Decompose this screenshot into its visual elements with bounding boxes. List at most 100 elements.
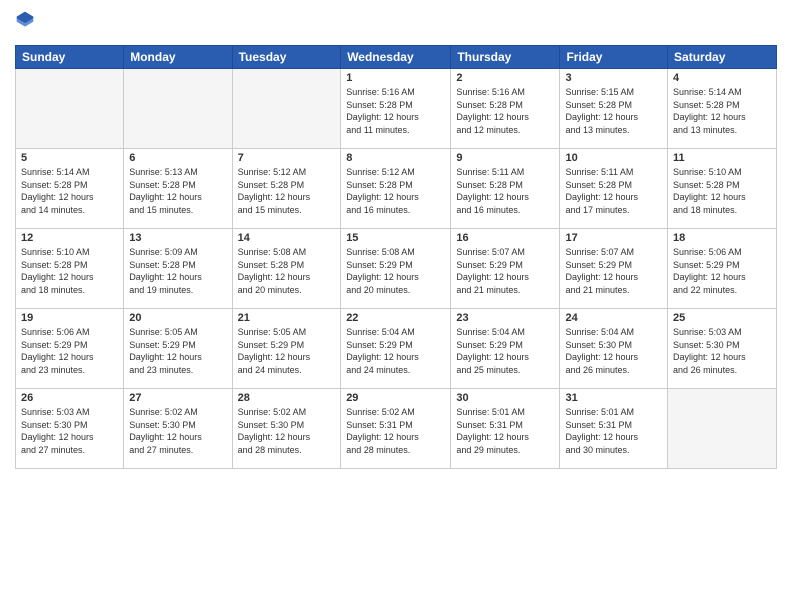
day-details: Sunrise: 5:07 AM Sunset: 5:29 PM Dayligh… <box>456 246 554 296</box>
day-number: 1 <box>346 72 445 84</box>
calendar-cell: 17 Sunrise: 5:07 AM Sunset: 5:29 PM Dayli… <box>560 229 668 309</box>
calendar-cell: 8Sunrise: 5:12 AM Sunset: 5:28 PM Daylig… <box>341 149 451 229</box>
day-details: Sunrise: 5:12 AM Sunset: 5:28 PM Dayligh… <box>346 166 445 216</box>
calendar-cell: 20Sunrise: 5:05 AM Sunset: 5:29 PM Dayli… <box>124 309 232 389</box>
calendar: SundayMondayTuesdayWednesdayThursdayFrid… <box>15 45 777 469</box>
day-number: 27 <box>129 392 226 404</box>
day-details: Sunrise: 5:06 AM Sunset: 5:29 PM Dayligh… <box>21 326 118 376</box>
calendar-cell: 23 Sunrise: 5:04 AM Sunset: 5:29 PM Dayli… <box>451 309 560 389</box>
day-number: 28 <box>238 392 336 404</box>
calendar-cell <box>668 389 777 469</box>
day-number: 5 <box>21 152 118 164</box>
day-number: 6 <box>129 152 226 164</box>
week-row-4: 26Sunrise: 5:03 AM Sunset: 5:30 PM Dayli… <box>16 389 777 469</box>
calendar-cell: 2Sunrise: 5:16 AM Sunset: 5:28 PM Daylig… <box>451 69 560 149</box>
day-details: Sunrise: 5:08 AM Sunset: 5:29 PM Dayligh… <box>346 246 445 296</box>
day-number: 31 <box>565 392 662 404</box>
day-number: 29 <box>346 392 445 404</box>
weekday-header-saturday: Saturday <box>668 46 777 69</box>
calendar-cell: 29 Sunrise: 5:02 AM Sunset: 5:31 PM Dayli… <box>341 389 451 469</box>
weekday-header-wednesday: Wednesday <box>341 46 451 69</box>
calendar-cell: 21 Sunrise: 5:05 AM Sunset: 5:29 PM Dayli… <box>232 309 341 389</box>
day-number: 11 <box>673 152 771 164</box>
day-number: 24 <box>565 312 662 324</box>
day-number: 23 <box>456 312 554 324</box>
weekday-header-tuesday: Tuesday <box>232 46 341 69</box>
calendar-cell: 31 Sunrise: 5:01 AM Sunset: 5:31 PM Dayli… <box>560 389 668 469</box>
logo-icon <box>15 10 35 30</box>
calendar-cell: 14 Sunrise: 5:08 AM Sunset: 5:28 PM Dayli… <box>232 229 341 309</box>
calendar-cell: 11Sunrise: 5:10 AM Sunset: 5:28 PM Dayli… <box>668 149 777 229</box>
day-details: Sunrise: 5:09 AM Sunset: 5:28 PM Dayligh… <box>129 246 226 296</box>
day-number: 16 <box>456 232 554 244</box>
week-row-0: 1 Sunrise: 5:16 AM Sunset: 5:28 PM Daylig… <box>16 69 777 149</box>
day-number: 12 <box>21 232 118 244</box>
day-details: Sunrise: 5:04 AM Sunset: 5:30 PM Dayligh… <box>565 326 662 376</box>
day-number: 21 <box>238 312 336 324</box>
calendar-cell: 12 Sunrise: 5:10 AM Sunset: 5:28 PM Dayli… <box>16 229 124 309</box>
week-row-1: 5 Sunrise: 5:14 AM Sunset: 5:28 PM Daylig… <box>16 149 777 229</box>
calendar-cell: 13 Sunrise: 5:09 AM Sunset: 5:28 PM Dayli… <box>124 229 232 309</box>
day-number: 13 <box>129 232 226 244</box>
calendar-cell: 24 Sunrise: 5:04 AM Sunset: 5:30 PM Dayli… <box>560 309 668 389</box>
header <box>15 10 777 37</box>
calendar-cell: 28 Sunrise: 5:02 AM Sunset: 5:30 PM Dayli… <box>232 389 341 469</box>
week-row-2: 12 Sunrise: 5:10 AM Sunset: 5:28 PM Dayli… <box>16 229 777 309</box>
day-number: 26 <box>21 392 118 404</box>
day-number: 14 <box>238 232 336 244</box>
day-number: 17 <box>565 232 662 244</box>
day-details: Sunrise: 5:02 AM Sunset: 5:30 PM Dayligh… <box>129 406 226 456</box>
calendar-cell: 5 Sunrise: 5:14 AM Sunset: 5:28 PM Daylig… <box>16 149 124 229</box>
day-details: Sunrise: 5:14 AM Sunset: 5:28 PM Dayligh… <box>673 86 771 136</box>
calendar-cell: 9Sunrise: 5:11 AM Sunset: 5:28 PM Daylig… <box>451 149 560 229</box>
calendar-cell <box>232 69 341 149</box>
day-number: 20 <box>129 312 226 324</box>
day-details: Sunrise: 5:07 AM Sunset: 5:29 PM Dayligh… <box>565 246 662 296</box>
day-details: Sunrise: 5:16 AM Sunset: 5:28 PM Dayligh… <box>456 86 554 136</box>
calendar-cell: 10 Sunrise: 5:11 AM Sunset: 5:28 PM Dayli… <box>560 149 668 229</box>
day-number: 22 <box>346 312 445 324</box>
day-details: Sunrise: 5:05 AM Sunset: 5:29 PM Dayligh… <box>238 326 336 376</box>
calendar-cell: 15 Sunrise: 5:08 AM Sunset: 5:29 PM Dayli… <box>341 229 451 309</box>
day-number: 9 <box>456 152 554 164</box>
day-details: Sunrise: 5:02 AM Sunset: 5:31 PM Dayligh… <box>346 406 445 456</box>
calendar-cell: 7Sunrise: 5:12 AM Sunset: 5:28 PM Daylig… <box>232 149 341 229</box>
logo <box>15 10 37 37</box>
calendar-cell <box>124 69 232 149</box>
calendar-cell: 30Sunrise: 5:01 AM Sunset: 5:31 PM Dayli… <box>451 389 560 469</box>
weekday-header-friday: Friday <box>560 46 668 69</box>
day-details: Sunrise: 5:01 AM Sunset: 5:31 PM Dayligh… <box>456 406 554 456</box>
day-number: 15 <box>346 232 445 244</box>
day-number: 19 <box>21 312 118 324</box>
day-number: 25 <box>673 312 771 324</box>
calendar-cell: 27 Sunrise: 5:02 AM Sunset: 5:30 PM Dayli… <box>124 389 232 469</box>
day-number: 18 <box>673 232 771 244</box>
day-details: Sunrise: 5:14 AM Sunset: 5:28 PM Dayligh… <box>21 166 118 216</box>
day-details: Sunrise: 5:11 AM Sunset: 5:28 PM Dayligh… <box>565 166 662 216</box>
calendar-cell: 26Sunrise: 5:03 AM Sunset: 5:30 PM Dayli… <box>16 389 124 469</box>
day-details: Sunrise: 5:06 AM Sunset: 5:29 PM Dayligh… <box>673 246 771 296</box>
calendar-cell: 25 Sunrise: 5:03 AM Sunset: 5:30 PM Dayli… <box>668 309 777 389</box>
day-details: Sunrise: 5:12 AM Sunset: 5:28 PM Dayligh… <box>238 166 336 216</box>
calendar-cell: 1Sunrise: 5:16 AM Sunset: 5:28 PM Daylig… <box>341 69 451 149</box>
calendar-cell: 18 Sunrise: 5:06 AM Sunset: 5:29 PM Dayli… <box>668 229 777 309</box>
day-details: Sunrise: 5:03 AM Sunset: 5:30 PM Dayligh… <box>673 326 771 376</box>
calendar-cell: 6 Sunrise: 5:13 AM Sunset: 5:28 PM Daylig… <box>124 149 232 229</box>
day-details: Sunrise: 5:01 AM Sunset: 5:31 PM Dayligh… <box>565 406 662 456</box>
day-number: 4 <box>673 72 771 84</box>
calendar-cell <box>16 69 124 149</box>
day-details: Sunrise: 5:13 AM Sunset: 5:28 PM Dayligh… <box>129 166 226 216</box>
day-number: 10 <box>565 152 662 164</box>
day-details: Sunrise: 5:04 AM Sunset: 5:29 PM Dayligh… <box>456 326 554 376</box>
calendar-cell: 16 Sunrise: 5:07 AM Sunset: 5:29 PM Dayli… <box>451 229 560 309</box>
week-row-3: 19 Sunrise: 5:06 AM Sunset: 5:29 PM Dayli… <box>16 309 777 389</box>
calendar-cell: 22 Sunrise: 5:04 AM Sunset: 5:29 PM Dayli… <box>341 309 451 389</box>
weekday-header-thursday: Thursday <box>451 46 560 69</box>
day-number: 3 <box>565 72 662 84</box>
day-details: Sunrise: 5:04 AM Sunset: 5:29 PM Dayligh… <box>346 326 445 376</box>
weekday-header-monday: Monday <box>124 46 232 69</box>
day-details: Sunrise: 5:15 AM Sunset: 5:28 PM Dayligh… <box>565 86 662 136</box>
day-details: Sunrise: 5:02 AM Sunset: 5:30 PM Dayligh… <box>238 406 336 456</box>
day-details: Sunrise: 5:08 AM Sunset: 5:28 PM Dayligh… <box>238 246 336 296</box>
day-details: Sunrise: 5:10 AM Sunset: 5:28 PM Dayligh… <box>21 246 118 296</box>
